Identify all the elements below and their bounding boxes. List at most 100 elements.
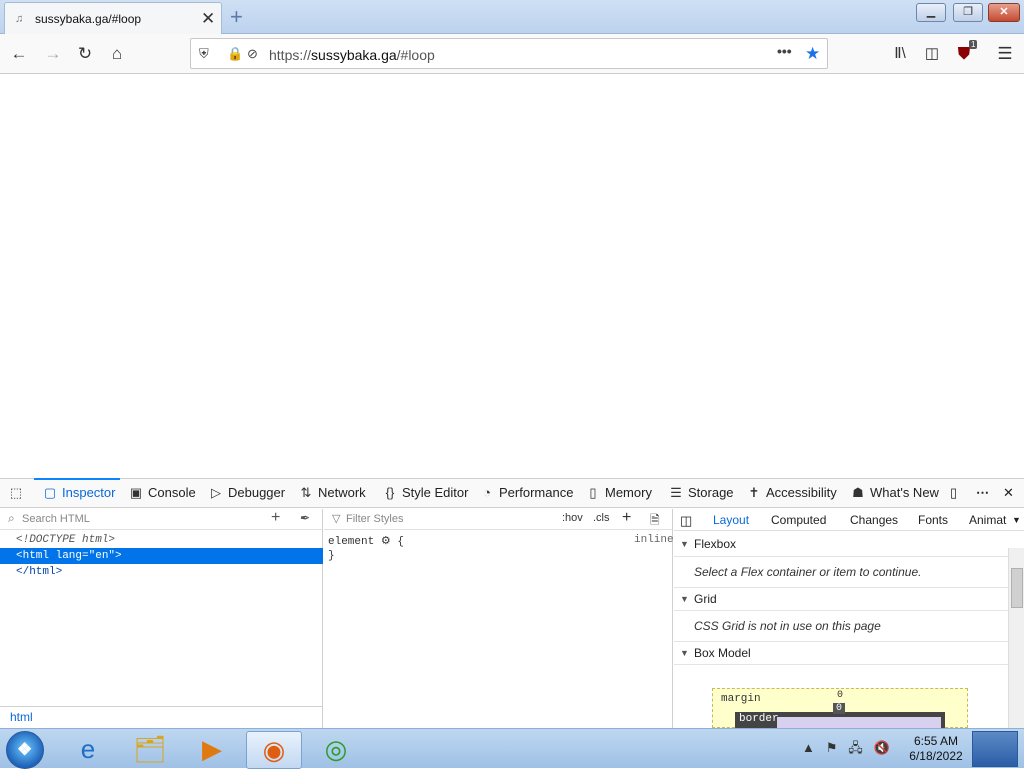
print-media-icon[interactable]: 🗎	[650, 511, 660, 532]
show-desktop-button[interactable]	[972, 731, 1018, 767]
element-picker-icon[interactable]: ⬚	[8, 485, 28, 501]
collapse-arrow-icon: ▼	[680, 539, 689, 549]
page-viewport	[0, 75, 1024, 477]
hover-toggle-button[interactable]: :hov	[562, 512, 583, 524]
media-player-icon[interactable]: ▶	[184, 731, 240, 769]
memory-icon: ▯	[589, 485, 597, 500]
tab-label: Debugger	[228, 485, 286, 500]
library-icon[interactable]: Ⅱ\	[889, 43, 911, 65]
sidebar-toggle-icon[interactable]: ◫	[921, 43, 943, 65]
tab-title: sussybaka.ga/#loop	[35, 12, 142, 26]
flexbox-section-header[interactable]: ▼ Flexbox	[674, 533, 1008, 557]
markup-line[interactable]: </html>	[0, 564, 323, 580]
show-hidden-icons-icon[interactable]: ▲	[802, 740, 815, 755]
url-text[interactable]: https://sussybaka.ga/#loop	[269, 47, 435, 63]
add-rule-icon[interactable]: +	[622, 509, 631, 527]
tab-computed[interactable]: Computed	[771, 513, 826, 527]
action-center-flag-icon[interactable]: ⚑	[826, 740, 838, 755]
lock-icon[interactable]: 🔒	[227, 46, 243, 62]
home-icon[interactable]: ⌂	[106, 43, 128, 65]
title-bar: ♫ sussybaka.ga/#loop ✕ + ▁ ❐ ✕	[0, 0, 1024, 34]
forward-icon[interactable]: →	[42, 43, 64, 65]
gear-icon[interactable]: ⚙	[381, 536, 391, 548]
tab-console[interactable]: ▣ Console	[128, 485, 196, 501]
system-tray: ▲ ⚑ 🖧 🔇	[802, 739, 890, 761]
volume-muted-icon[interactable]: 🔇	[874, 740, 890, 755]
navigation-toolbar: ← → ↻ ⌂ ⛨ 🔒 ⊘ https://sussybaka.ga/#loop…	[0, 34, 1024, 74]
extension-badge: 1	[969, 40, 978, 49]
search-html-input[interactable]: Search HTML	[22, 513, 90, 525]
tab-changes[interactable]: Changes	[850, 513, 898, 527]
storage-icon: ☰	[670, 485, 682, 500]
tab-animations[interactable]: Animat	[969, 513, 1006, 527]
scrollbar-thumb[interactable]	[1011, 568, 1023, 608]
filter-styles-input[interactable]: Filter Styles	[346, 513, 403, 525]
rule-source[interactable]: inline	[634, 534, 674, 546]
tab-debugger[interactable]: ▷ Debugger	[208, 485, 285, 501]
margin-top-value[interactable]: 0	[837, 690, 843, 701]
start-button[interactable]: ❖	[6, 731, 44, 769]
network-status-icon[interactable]: 🖧	[848, 740, 863, 755]
restore-button[interactable]: ❐	[953, 3, 983, 22]
box-model-border-label: border	[739, 713, 779, 725]
close-tab-icon[interactable]: ✕	[201, 9, 215, 29]
tab-fonts[interactable]: Fonts	[918, 513, 948, 527]
rule-selector[interactable]: element ⚙ {	[328, 534, 404, 548]
tab-label: Console	[148, 485, 196, 500]
more-tabs-icon[interactable]: ▼	[1012, 515, 1021, 525]
accessibility-icon: ✝	[748, 485, 760, 500]
new-tab-button[interactable]: +	[230, 4, 243, 30]
performance-icon: ◔	[483, 485, 491, 500]
grid-message: CSS Grid is not in use on this page	[694, 619, 881, 633]
close-window-button[interactable]: ✕	[988, 3, 1020, 22]
markup-line-selected[interactable]: <html lang="en">	[0, 548, 323, 564]
sidebar-toggle-icon[interactable]: ◫	[680, 513, 692, 529]
bookmark-star-icon[interactable]: ★	[805, 44, 820, 64]
rule-close: }	[328, 550, 335, 562]
tab-storage[interactable]: ☰ Storage	[668, 485, 733, 501]
tab-inspector[interactable]: ▢ Inspector	[42, 485, 116, 501]
grid-section-header[interactable]: ▼ Grid	[674, 587, 1008, 611]
internet-explorer-icon[interactable]: e	[60, 731, 116, 769]
tracking-protection-icon[interactable]: ⛨	[199, 46, 209, 62]
permissions-icon[interactable]: ⊘	[247, 46, 258, 62]
browser-tab[interactable]: ♫ sussybaka.ga/#loop ✕	[4, 2, 222, 34]
tab-label: Style Editor	[402, 485, 469, 500]
devtools-toolbar: ⬚ ▢ Inspector ▣ Console ▷ Debugger ⇅ Network…	[0, 478, 1024, 508]
tab-label: Memory	[605, 485, 652, 500]
chrome-icon[interactable]: ◎	[308, 731, 364, 769]
breadcrumb-item[interactable]: html	[10, 710, 33, 724]
minimize-button[interactable]: ▁	[916, 3, 946, 22]
console-icon: ▣	[129, 485, 143, 500]
responsive-design-icon[interactable]: ▯	[950, 485, 957, 501]
add-node-icon[interactable]: +	[271, 509, 280, 527]
debugger-icon: ▷	[211, 485, 221, 500]
tab-whats-new[interactable]: ☗ What's New	[850, 485, 939, 501]
file-explorer-icon[interactable]: 🗂	[122, 731, 178, 769]
box-model-section-header[interactable]: ▼ Box Model	[674, 641, 1008, 665]
close-devtools-icon[interactable]: ✕	[1003, 485, 1014, 501]
sidebar-scrollbar[interactable]	[1008, 548, 1024, 728]
menu-icon[interactable]: ☰	[994, 43, 1016, 65]
search-html-bar[interactable]: ⌕ Search HTML + ✒	[0, 509, 322, 530]
tab-memory[interactable]: ▯ Memory	[585, 485, 652, 501]
class-toggle-button[interactable]: .cls	[593, 512, 610, 524]
eyedropper-icon[interactable]: ✒	[300, 511, 310, 525]
back-icon[interactable]: ←	[8, 43, 30, 65]
tab-layout[interactable]: Layout	[713, 513, 749, 527]
markup-line[interactable]: <!DOCTYPE html>	[0, 532, 323, 548]
border-top-value[interactable]: 0	[833, 703, 846, 714]
breadcrumb[interactable]: html	[0, 706, 323, 728]
tab-label: Inspector	[62, 485, 116, 500]
url-bar[interactable]: ⛨ 🔒 ⊘ https://sussybaka.ga/#loop ••• ★	[190, 38, 828, 69]
whats-new-icon: ☗	[852, 485, 864, 500]
page-actions-icon[interactable]: •••	[777, 43, 792, 59]
tab-accessibility[interactable]: ✝ Accessibility	[746, 485, 837, 501]
reload-icon[interactable]: ↻	[74, 43, 96, 65]
taskbar-clock[interactable]: 6:55 AM 6/18/2022	[905, 734, 967, 764]
tab-performance[interactable]: ◔ Performance	[479, 485, 573, 500]
tab-style-editor[interactable]: {} Style Editor	[382, 485, 469, 500]
tab-network[interactable]: ⇅ Network	[298, 485, 366, 501]
more-options-icon[interactable]: ⋯	[976, 485, 989, 501]
firefox-icon[interactable]: ◉	[246, 731, 302, 769]
